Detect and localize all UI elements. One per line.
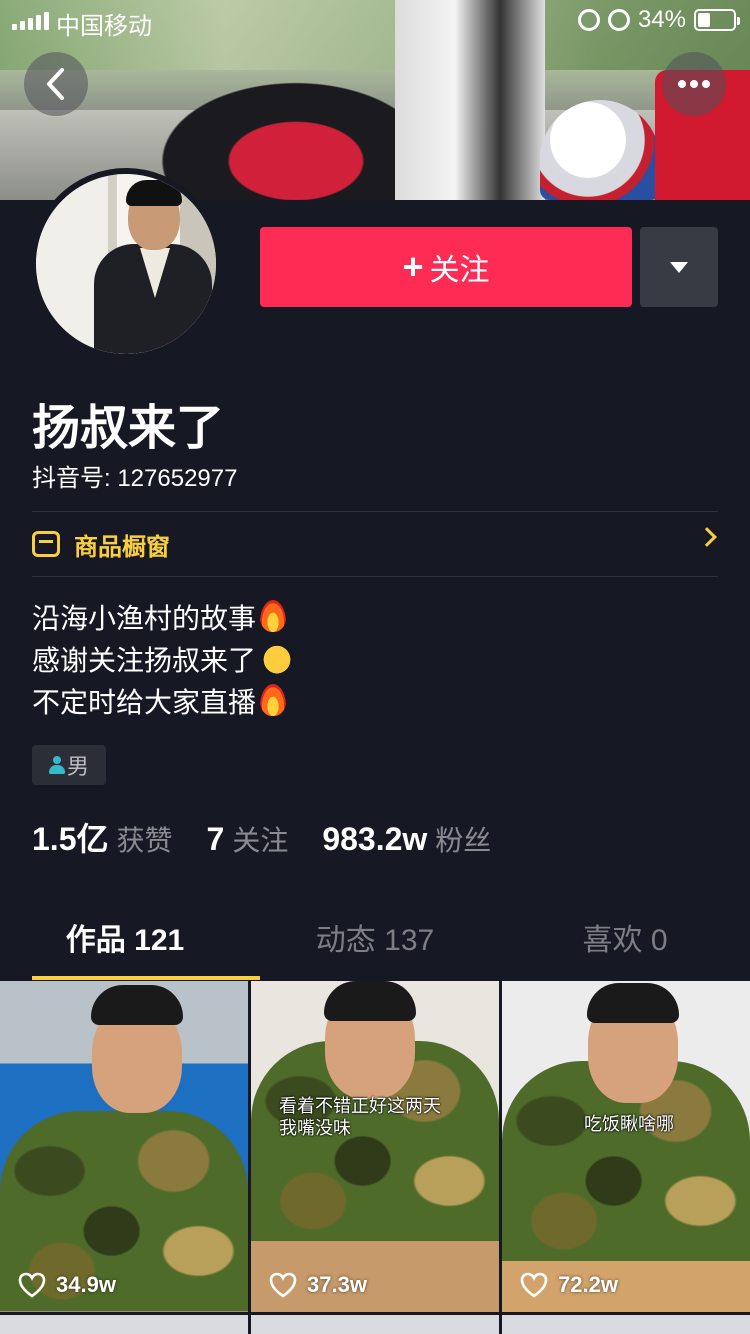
video-tile[interactable] — [0, 1315, 248, 1334]
video-tile[interactable]: 看着不错正好这两天 我嘴没味 37.3w — [251, 981, 499, 1312]
shop-window-label: 商品橱窗 — [74, 533, 170, 561]
video-tile[interactable]: 34.9w — [0, 981, 248, 1312]
gender-label: 男 — [66, 754, 89, 779]
fire-emoji-icon — [260, 684, 287, 716]
chevron-right-icon — [697, 527, 717, 547]
shop-window-row[interactable]: 商品橱窗 — [32, 512, 718, 576]
shop-icon — [32, 531, 60, 557]
video-tile[interactable]: 吃饭瞅啥哪 72.2w — [502, 981, 750, 1312]
avatar[interactable] — [30, 168, 222, 360]
profile-name: 扬叔来了 — [32, 402, 225, 455]
signal-icon — [12, 12, 49, 30]
tab-likes[interactable]: 喜欢 0 — [500, 902, 750, 982]
clap-emoji-icon — [260, 642, 295, 674]
profile-tabs: 作品 121 动态 137 喜欢 0 — [0, 902, 750, 982]
fire-emoji-icon — [260, 600, 287, 632]
bio-line: 不定时给大家直播 — [32, 687, 257, 718]
likes-count: 37.3w — [307, 1272, 367, 1297]
battery-percent: 34% — [637, 6, 686, 33]
bio-line: 感谢关注扬叔来了 — [32, 645, 257, 676]
video-caption: 吃饭瞅啥哪 — [584, 1114, 674, 1134]
person-icon — [48, 756, 65, 774]
followers-label[interactable]: 粉丝 — [435, 819, 491, 859]
status-bar: 中国移动 34% — [0, 0, 750, 40]
video-grid: 34.9w 看着不错正好这两天 我嘴没味 37.3w 吃饭瞅啥哪 72.2w — [0, 981, 750, 1334]
tab-works[interactable]: 作品 121 — [0, 902, 250, 982]
followers-count[interactable]: 983.2w — [322, 821, 427, 858]
video-likes: 37.3w — [269, 1272, 367, 1298]
heart-icon — [18, 1272, 46, 1298]
likes-count: 34.9w — [56, 1272, 116, 1297]
follow-button[interactable]: + 关注 — [260, 227, 632, 307]
follow-label: 关注 — [429, 254, 490, 287]
tab-moments[interactable]: 动态 137 — [250, 902, 500, 982]
recommend-dropdown-button[interactable] — [640, 227, 718, 307]
heart-icon — [269, 1272, 297, 1298]
following-count[interactable]: 7 — [207, 821, 225, 858]
bio: 沿海小渔村的故事 感谢关注扬叔来了 不定时给大家直播 — [32, 598, 295, 724]
back-button[interactable] — [24, 52, 88, 116]
alarm-icon — [607, 9, 630, 31]
video-likes: 34.9w — [18, 1272, 116, 1298]
orientation-lock-icon — [577, 9, 600, 31]
carrier-label: 中国移动 — [56, 13, 152, 40]
caret-down-icon — [670, 261, 688, 273]
video-tile[interactable] — [251, 1315, 499, 1334]
more-button[interactable] — [662, 52, 726, 116]
likes-label: 获赞 — [116, 825, 173, 856]
video-likes: 72.2w — [520, 1272, 618, 1298]
video-caption: 看着不错正好这两天 我嘴没味 — [279, 1096, 441, 1138]
following-label[interactable]: 关注 — [232, 819, 288, 859]
divider — [32, 576, 718, 577]
gender-tag: 男 — [32, 745, 106, 785]
active-tab-indicator — [32, 976, 260, 980]
plus-icon: + — [402, 246, 424, 287]
likes-count: 1.5亿 — [32, 821, 109, 857]
battery-icon — [694, 9, 740, 31]
heart-icon — [520, 1272, 548, 1298]
video-tile[interactable] — [502, 1315, 750, 1334]
more-horizontal-icon — [678, 80, 710, 88]
bio-line: 沿海小渔村的故事 — [32, 603, 257, 634]
chevron-left-icon — [47, 68, 64, 100]
stats-row: 1.5亿 获赞 7 关注 983.2w 粉丝 — [32, 814, 525, 860]
douyin-id: 抖音号: 127652977 — [32, 465, 238, 492]
likes-count: 72.2w — [558, 1272, 618, 1297]
